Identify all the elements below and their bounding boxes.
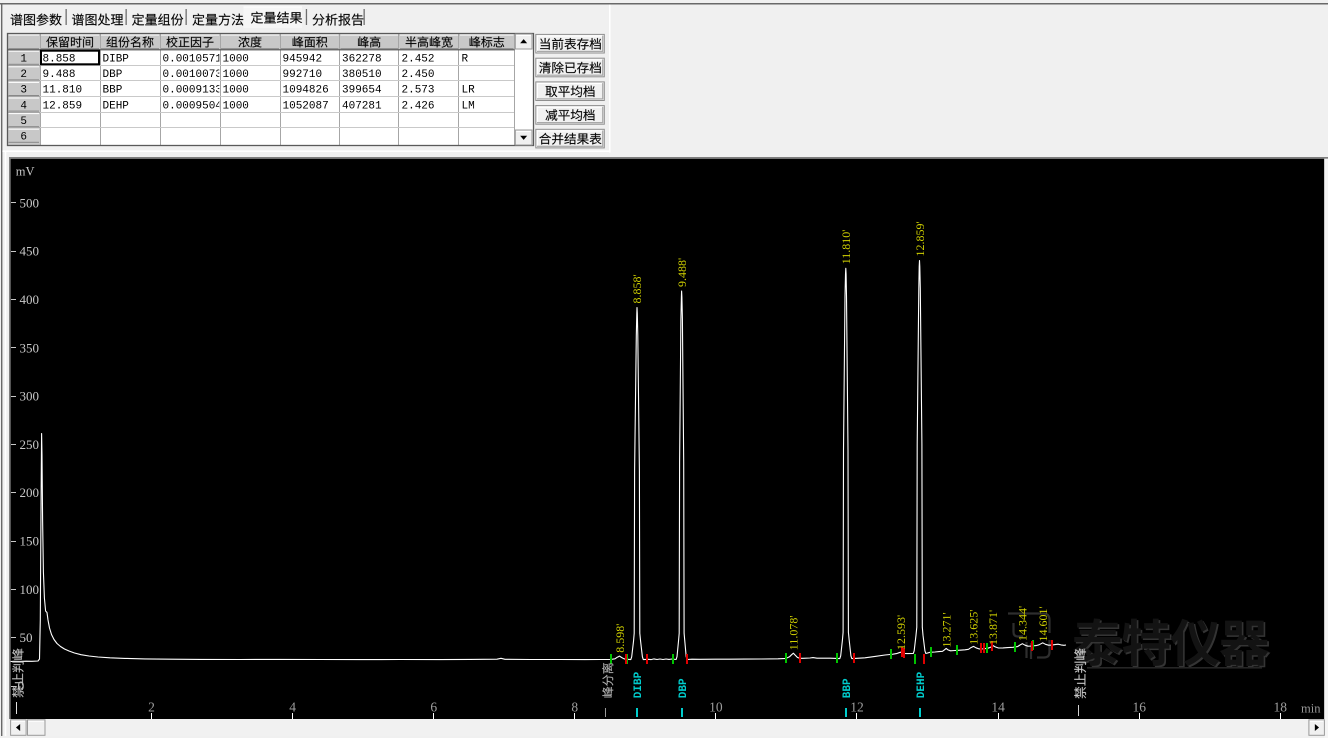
svg-text:LR: LR: [462, 85, 476, 97]
svg-text:2: 2: [148, 700, 155, 715]
svg-text:13.871': 13.871': [986, 610, 1000, 645]
svg-text:BBP: BBP: [103, 85, 123, 97]
svg-text:LM: LM: [462, 100, 475, 112]
svg-text:12.859': 12.859': [913, 221, 927, 256]
svg-text:380510: 380510: [342, 69, 382, 81]
svg-text:8.858': 8.858': [630, 274, 644, 303]
svg-text:1000: 1000: [223, 85, 249, 97]
svg-text:14.344': 14.344': [1016, 606, 1030, 641]
svg-text:12: 12: [850, 700, 864, 715]
svg-text:14.601': 14.601': [1036, 606, 1050, 641]
svg-text:12.859: 12.859: [43, 100, 83, 112]
svg-text:11.810: 11.810: [43, 85, 83, 97]
svg-text:DEHP: DEHP: [103, 100, 130, 112]
svg-text:100: 100: [20, 582, 40, 597]
svg-text:11.810': 11.810': [839, 230, 853, 265]
svg-text:1000: 1000: [223, 100, 249, 112]
svg-text:14: 14: [991, 700, 1005, 715]
svg-text:3: 3: [20, 85, 27, 97]
svg-text:6: 6: [430, 700, 437, 715]
svg-text:2.450: 2.450: [402, 69, 435, 81]
svg-text:2.426: 2.426: [402, 100, 435, 112]
svg-text:0.00105715: 0.00105715: [163, 54, 229, 66]
svg-text:0.00091338: 0.00091338: [163, 85, 229, 97]
svg-text:992710: 992710: [283, 69, 323, 81]
svg-text:362278: 362278: [342, 54, 382, 66]
svg-text:500: 500: [20, 195, 40, 210]
svg-text:1000: 1000: [223, 69, 249, 81]
svg-text:13.625': 13.625': [967, 610, 981, 645]
svg-text:DBP: DBP: [678, 678, 690, 698]
svg-text:450: 450: [20, 244, 40, 259]
svg-text:9.488: 9.488: [43, 69, 76, 81]
svg-text:6: 6: [20, 132, 27, 144]
svg-text:8.598': 8.598': [613, 624, 627, 653]
svg-text:250: 250: [20, 437, 40, 452]
svg-text:1052087: 1052087: [283, 100, 329, 112]
svg-text:200: 200: [20, 485, 40, 500]
svg-text:10: 10: [709, 700, 723, 715]
svg-text:407281: 407281: [342, 100, 382, 112]
svg-text:350: 350: [20, 340, 40, 355]
svg-text:50: 50: [20, 630, 33, 645]
svg-text:150: 150: [20, 534, 40, 549]
svg-text:1: 1: [20, 54, 27, 66]
svg-text:300: 300: [20, 389, 40, 404]
svg-text:mV: mV: [16, 165, 35, 179]
svg-text:399654: 399654: [342, 85, 382, 97]
svg-text:4: 4: [289, 700, 296, 715]
svg-text:2: 2: [20, 69, 27, 81]
svg-text:9.488': 9.488': [675, 258, 689, 287]
svg-text:BBP: BBP: [842, 678, 854, 698]
svg-text:1094826: 1094826: [283, 85, 329, 97]
svg-text:min: min: [1301, 702, 1321, 716]
svg-text:0.00100734: 0.00100734: [163, 69, 229, 81]
svg-text:400: 400: [20, 292, 40, 307]
svg-text:18: 18: [1274, 700, 1288, 715]
svg-text:DEHP: DEHP: [916, 671, 928, 698]
svg-text:DIBP: DIBP: [103, 54, 130, 66]
svg-text:DBP: DBP: [103, 69, 123, 81]
svg-text:945942: 945942: [283, 54, 323, 66]
svg-text:16: 16: [1132, 700, 1146, 715]
svg-text:12.593': 12.593': [894, 615, 908, 650]
svg-text:0.00095049: 0.00095049: [163, 100, 229, 112]
svg-text:1000: 1000: [223, 54, 249, 66]
svg-text:11.078': 11.078': [787, 615, 801, 650]
svg-text:5: 5: [20, 116, 27, 128]
svg-text:DIBP: DIBP: [633, 671, 645, 698]
svg-text:2.452: 2.452: [402, 54, 435, 66]
svg-text:4: 4: [20, 100, 27, 112]
svg-text:8: 8: [571, 700, 578, 715]
svg-text:R: R: [462, 54, 469, 66]
svg-text:2.573: 2.573: [402, 85, 435, 97]
svg-text:13.271': 13.271': [939, 612, 953, 647]
